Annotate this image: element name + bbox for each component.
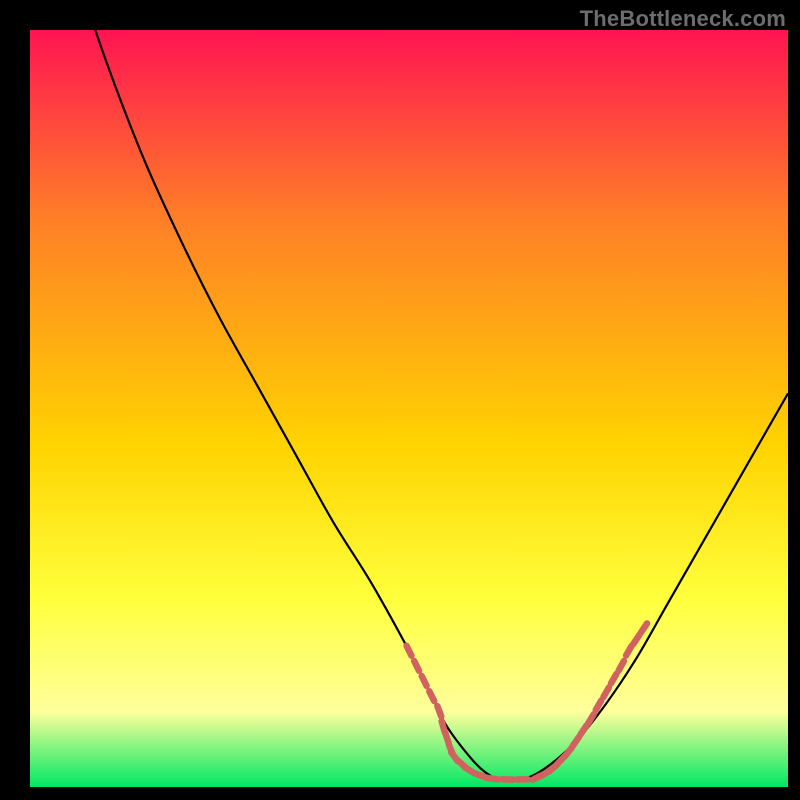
curve-marker <box>619 661 624 671</box>
chart-stage: TheBottleneck.com <box>0 0 800 800</box>
curve-marker <box>414 661 419 671</box>
curve-marker <box>487 778 498 780</box>
plot-background <box>30 30 788 787</box>
watermark-text: TheBottleneck.com <box>580 6 786 32</box>
chart-svg <box>0 0 800 800</box>
curve-marker <box>422 676 427 686</box>
curve-marker <box>407 646 412 656</box>
curve-marker <box>429 691 434 701</box>
curve-marker <box>437 706 441 716</box>
